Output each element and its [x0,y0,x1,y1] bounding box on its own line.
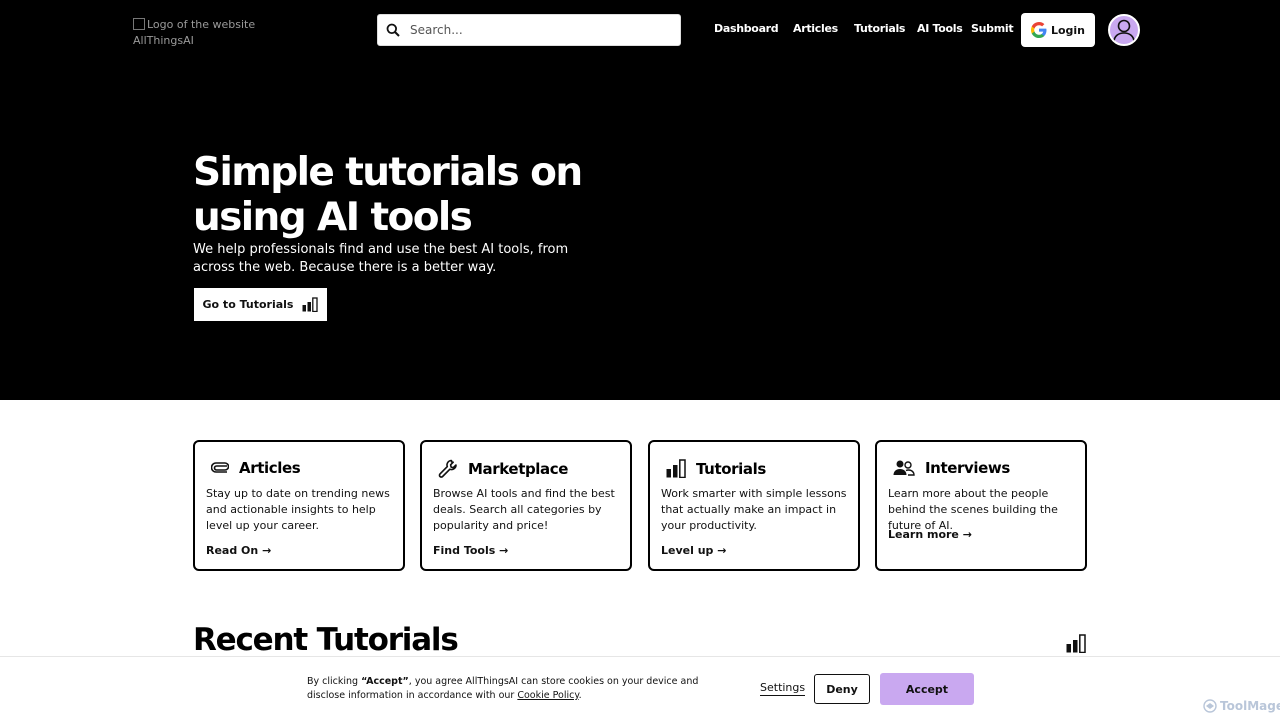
people-icon [893,460,915,476]
user-icon [1113,19,1135,43]
nav-ai-tools[interactable]: AI Tools [917,22,963,35]
card-interviews-link[interactable]: Learn more → [888,528,972,541]
bar-chart-icon [302,297,319,312]
paperclip-icon [211,462,229,473]
login-button[interactable]: Login [1021,13,1095,47]
hero-title: Simple tutorials on using AI tools [193,150,653,240]
card-interviews-header: Interviews [893,459,1010,477]
card-marketplace[interactable]: Marketplace Browse AI tools and find the… [420,440,632,571]
card-interviews-desc: Learn more about the people behind the s… [888,487,1058,532]
nav-tutorials[interactable]: Tutorials [854,22,905,35]
card-interviews-title: Interviews [925,459,1010,477]
bar-chart-icon [1066,634,1086,653]
cookie-accept-quote: “Accept” [361,676,409,687]
bar-chart-icon [666,459,686,478]
user-avatar[interactable] [1108,14,1140,46]
logo-alt-text: Logo of the website AllThingsAI [133,18,256,47]
card-articles-header: Articles [211,459,301,477]
cookie-text-end: . [578,690,582,701]
nav-submit[interactable]: Submit [971,22,1014,35]
cookie-policy-link[interactable]: Cookie Policy [517,690,578,701]
login-label: Login [1050,23,1086,37]
search-icon [386,23,400,37]
toolmage-logo-icon [1203,699,1217,713]
card-tutorials-title: Tutorials [696,459,766,478]
card-articles-title: Articles [239,459,301,477]
card-marketplace-desc: Browse AI tools and find the best deals.… [433,487,615,532]
nav-dashboard[interactable]: Dashboard [714,22,779,35]
watermark: ToolMage [1203,699,1280,713]
card-marketplace-link[interactable]: Find Tools → [433,544,508,557]
hero-title-line-1: Simple tutorials on [193,150,583,195]
card-interviews[interactable]: Interviews Learn more about the people b… [875,440,1087,571]
card-marketplace-header: Marketplace [438,459,568,479]
card-articles-desc: Stay up to date on trending news and act… [206,487,390,532]
cookie-deny-button[interactable]: Deny [814,674,870,704]
watermark-text: ToolMage [1220,699,1280,713]
hero-title-line-2: using AI tools [193,195,473,240]
cookie-banner: By clicking “Accept”, you agree AllThing… [0,656,1280,720]
card-articles-link[interactable]: Read On → [206,544,271,557]
site-logo[interactable]: Logo of the website AllThingsAI [133,17,263,51]
cookie-text: By clicking “Accept”, you agree AllThing… [307,675,737,703]
cookie-accept-button[interactable]: Accept [880,673,974,705]
nav-articles[interactable]: Articles [793,22,838,35]
card-tutorials-header: Tutorials [666,459,766,478]
wrench-icon [438,459,457,478]
go-to-tutorials-button[interactable]: Go to Tutorials [194,288,327,321]
cookie-text-pre: By clicking [307,676,362,687]
card-tutorials[interactable]: Tutorials Work smarter with simple lesso… [648,440,860,571]
hero-section: Logo of the website AllThingsAI Dashboar… [0,0,1280,400]
card-tutorials-link[interactable]: Level up → [661,544,726,557]
google-icon [1030,22,1047,38]
search-bar[interactable] [377,14,681,46]
cookie-settings-link[interactable]: Settings [760,681,806,696]
card-tutorials-desc: Work smarter with simple lessons that ac… [661,487,847,532]
card-marketplace-title: Marketplace [468,460,569,478]
hero-subtitle: We help professionals find and use the b… [193,242,569,275]
search-input[interactable] [410,23,660,37]
cta-label: Go to Tutorials [202,298,294,311]
recent-tutorials-heading: Recent Tutorials [193,622,459,658]
broken-image-icon [133,18,145,30]
card-articles[interactable]: Articles Stay up to date on trending new… [193,440,405,571]
